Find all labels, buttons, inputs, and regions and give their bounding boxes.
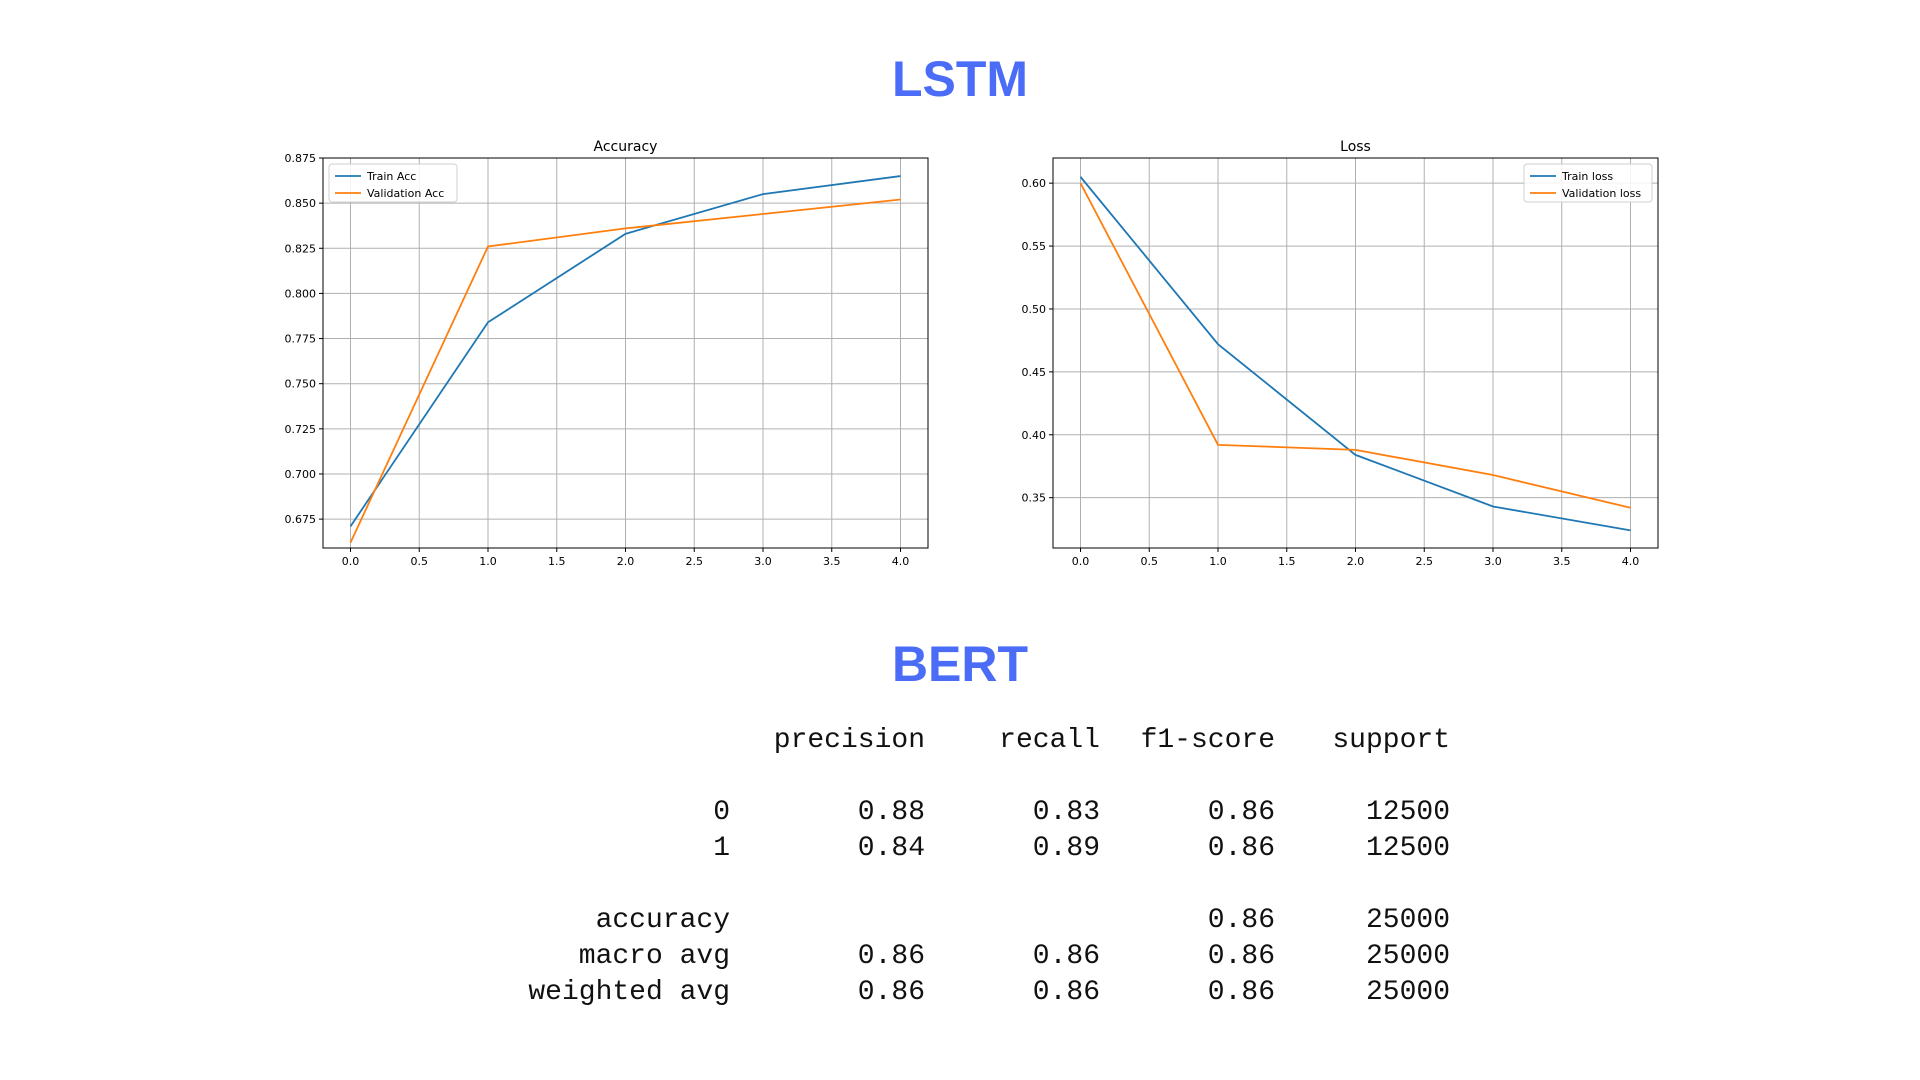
classification-report: precision recall f1-score support 0 0.88… [0, 0, 1920, 1080]
report-row-macro-avg-label: macro avg [578, 941, 730, 972]
report-row-accuracy-f1-score: 0.86 [1207, 905, 1275, 936]
report-header-support: support [1332, 725, 1450, 756]
report-header-precision: precision [773, 725, 925, 756]
report-row-accuracy-label: accuracy [595, 905, 730, 936]
report-row-accuracy-support: 25000 [1365, 905, 1450, 936]
report-row-macro-avg-f1-score: 0.86 [1207, 941, 1275, 972]
report-row-1-precision: 0.84 [857, 833, 925, 864]
report-row-macro-avg-support: 25000 [1365, 941, 1450, 972]
report-row-1-support: 12500 [1365, 833, 1450, 864]
report-row-weighted-avg-support: 25000 [1365, 977, 1450, 1008]
report-row-1-label: 1 [713, 833, 730, 864]
report-row-0-precision: 0.88 [857, 797, 925, 828]
report-row-weighted-avg-recall: 0.86 [1032, 977, 1100, 1008]
report-header-f1-score: f1-score [1140, 725, 1275, 756]
report-header-recall: recall [999, 725, 1100, 756]
report-row-0-label: 0 [713, 797, 730, 828]
report-row-weighted-avg-f1-score: 0.86 [1207, 977, 1275, 1008]
report-row-0-recall: 0.83 [1032, 797, 1100, 828]
report-row-0-f1-score: 0.86 [1207, 797, 1275, 828]
report-row-macro-avg-precision: 0.86 [857, 941, 925, 972]
report-row-weighted-avg-precision: 0.86 [857, 977, 925, 1008]
report-row-0-support: 12500 [1365, 797, 1450, 828]
report-row-1-recall: 0.89 [1032, 833, 1100, 864]
report-row-1-f1-score: 0.86 [1207, 833, 1275, 864]
report-row-macro-avg-recall: 0.86 [1032, 941, 1100, 972]
report-row-weighted-avg-label: weighted avg [528, 977, 730, 1008]
